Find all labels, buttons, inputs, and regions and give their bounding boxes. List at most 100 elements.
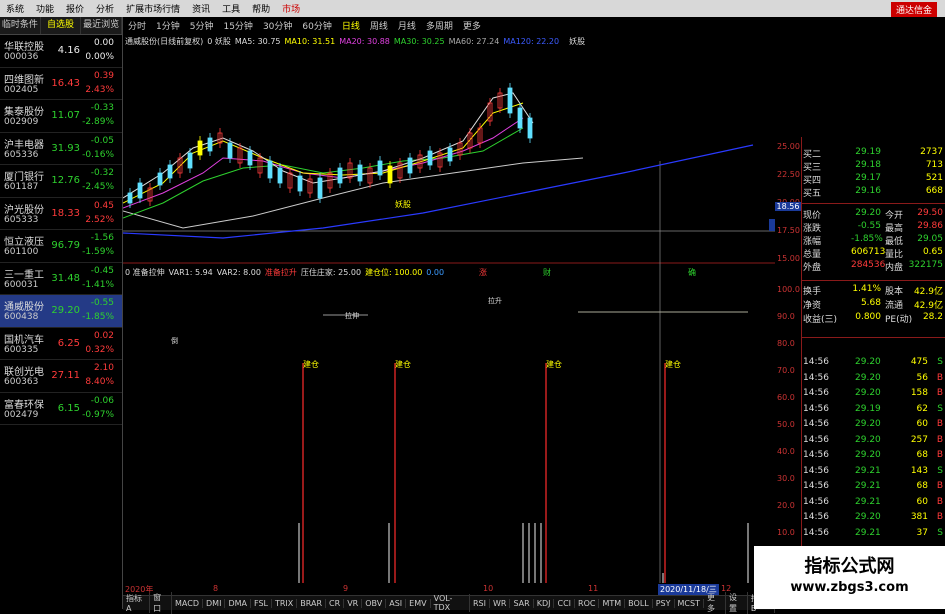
indicator-tab[interactable]: FSL: [251, 598, 272, 608]
period-tab[interactable]: 5分钟: [185, 19, 219, 32]
stat-label: 今开: [885, 211, 904, 221]
tick-volume: 257: [910, 434, 928, 445]
candle: [447, 147, 453, 162]
period-tab[interactable]: 更多: [458, 19, 486, 32]
tick-volume: 158: [910, 388, 928, 398]
menu-item[interactable]: 报价: [60, 2, 90, 15]
stock-row[interactable]: 厦门银行 601187 12.76 -0.32 -2.45%: [0, 165, 122, 198]
stock-row[interactable]: 华联控股 000036 4.16 0.00 0.00%: [0, 35, 122, 68]
tick-side: B: [936, 388, 943, 398]
menu-item[interactable]: 扩展市场行情: [120, 2, 186, 15]
tick-price: 29.21: [855, 481, 881, 491]
indicator-tab[interactable]: 更多: [704, 592, 726, 614]
period-tab[interactable]: 月线: [393, 19, 421, 32]
stock-price: 11.07: [51, 110, 80, 121]
menu-item[interactable]: 资讯: [186, 2, 216, 15]
bid-label: 买二: [803, 150, 822, 160]
stock-row[interactable]: 富春环保 002479 6.15 -0.06 -0.97%: [0, 393, 122, 425]
menu-item[interactable]: 分析: [90, 2, 120, 15]
stock-row[interactable]: 联创光电 600363 27.11 2.10 8.40%: [0, 360, 122, 393]
indicator-tab[interactable]: TRIX: [272, 598, 298, 608]
stock-price: 31.48: [51, 272, 80, 284]
stock-row[interactable]: 国机汽车 600335 6.25 0.02 0.32%: [0, 328, 122, 360]
stock-name: 联创光电: [4, 367, 44, 378]
period-tab[interactable]: 周线: [365, 19, 393, 32]
period-tab[interactable]: 30分钟: [258, 19, 297, 32]
indicator-tab[interactable]: DMA: [225, 598, 251, 608]
period-tab[interactable]: 分时: [123, 19, 151, 32]
indicator-tab[interactable]: 设置: [726, 592, 748, 614]
indicator-tab[interactable]: MCST: [675, 598, 704, 608]
stock-price: 4.16: [57, 45, 80, 56]
indicator-tab[interactable]: 窗口: [150, 592, 173, 614]
stock-list-tab[interactable]: 自选股: [41, 17, 82, 34]
indicator-tab[interactable]: CR: [326, 598, 345, 608]
period-tab[interactable]: 日线: [337, 19, 365, 32]
stock-code: 605336: [4, 149, 39, 160]
stat-value: 28.2: [922, 312, 943, 322]
indicator-tab[interactable]: ROC: [575, 598, 600, 608]
chart-canvas[interactable]: 妖股涨 财 确拉伸 拉升倒建仓 建仓 建仓 建仓: [123, 33, 775, 583]
stock-row[interactable]: 沪丰电器 605336 31.93 -0.05 -0.16%: [0, 133, 122, 165]
stat-label: 股本: [885, 287, 904, 297]
menu-item[interactable]: 系统: [0, 2, 30, 15]
indicator-tab[interactable]: VR: [344, 598, 363, 608]
stat-value: 1.41%: [852, 284, 881, 294]
indicator-tab[interactable]: ASI: [386, 598, 407, 608]
stock-row[interactable]: 沪光股份 605333 18.33 0.45 2.52%: [0, 198, 122, 230]
indicator-tab[interactable]: KDJ: [534, 598, 555, 608]
chart-area[interactable]: 分时 1分钟 5分钟 15分钟 30分钟 60分钟 日线 周线 月线 多周期 更多 通威股份(日线前…: [123, 17, 775, 614]
ma60-line: [123, 157, 584, 229]
broker-button[interactable]: 通达信金: [890, 2, 937, 17]
menu-item[interactable]: 市场: [276, 2, 306, 15]
stock-code: 002479: [4, 409, 39, 420]
bid-row: 买五 29.16 668: [803, 186, 945, 199]
tick-side: B: [936, 450, 943, 460]
bid-label: 买三: [803, 163, 822, 173]
stock-change: -0.45: [90, 265, 114, 276]
indicator-tab[interactable]: PSY: [653, 598, 675, 608]
period-tab[interactable]: 多周期: [421, 19, 458, 32]
bid-price: 29.16: [855, 186, 881, 196]
stock-list-tab[interactable]: 临时条件: [0, 17, 41, 34]
bid-row: 买二 29.19 2737: [803, 147, 945, 160]
tick-volume: 68: [916, 450, 928, 460]
indicator-tab[interactable]: SAR: [510, 598, 534, 608]
stock-row[interactable]: 三一重工 600031 31.48 -0.45 -1.41%: [0, 263, 122, 295]
indicator-tab[interactable]: MTM: [599, 598, 626, 608]
indicator-tab[interactable]: RSI: [470, 598, 490, 608]
indicator-tab[interactable]: BRAR: [297, 598, 327, 608]
stock-change: 0.39: [93, 70, 114, 81]
signal-label: 确: [688, 267, 696, 277]
menu-item[interactable]: 功能: [30, 2, 60, 15]
indicator-tab[interactable]: WR: [490, 598, 511, 608]
menu-item[interactable]: 帮助: [246, 2, 276, 15]
period-tab[interactable]: 1分钟: [151, 19, 185, 32]
date-label: 11: [588, 584, 599, 593]
tick-volume: 143: [910, 465, 928, 476]
indicator-tab[interactable]: VOL-TDX: [431, 594, 470, 612]
stock-list-tab[interactable]: 最近浏览: [81, 17, 123, 34]
indicator-tab[interactable]: CCI: [554, 598, 576, 608]
menu-item[interactable]: 工具: [216, 2, 246, 15]
indicator-tab[interactable]: DMI: [203, 598, 226, 608]
tick-row: 14:56 29.21 68 B: [803, 481, 945, 493]
period-tab[interactable]: 15分钟: [218, 19, 257, 32]
indicator-tab[interactable]: EMV: [406, 598, 431, 608]
stock-row[interactable]: 恒立液压 601100 96.79 -1.56 -1.59%: [0, 230, 122, 263]
stock-row[interactable]: 四维图新 002405 16.43 0.39 2.43%: [0, 68, 122, 100]
stat-value: 0.800: [855, 312, 881, 322]
stock-name: 沪光股份: [4, 204, 44, 216]
indicator-tab[interactable]: OBV: [362, 598, 387, 608]
indicator-tab[interactable]: BOLL: [625, 598, 653, 608]
tick-price: 29.20: [855, 512, 881, 522]
stock-row[interactable]: 通威股份 600438 29.20 -0.55 -1.85%: [0, 295, 122, 328]
indicator-tab[interactable]: MACD: [172, 598, 204, 608]
tick-row: 14:56 29.20 381 B: [803, 512, 945, 524]
stock-row[interactable]: 集泰股份 002909 11.07 -0.33 -2.89%: [0, 100, 122, 133]
period-tab[interactable]: 60分钟: [297, 19, 336, 32]
indicator-tab[interactable]: 指标A: [123, 593, 151, 613]
date-label: 9: [343, 584, 349, 593]
stock-name: 厦门银行: [4, 172, 44, 183]
tick-volume: 68: [916, 481, 928, 491]
